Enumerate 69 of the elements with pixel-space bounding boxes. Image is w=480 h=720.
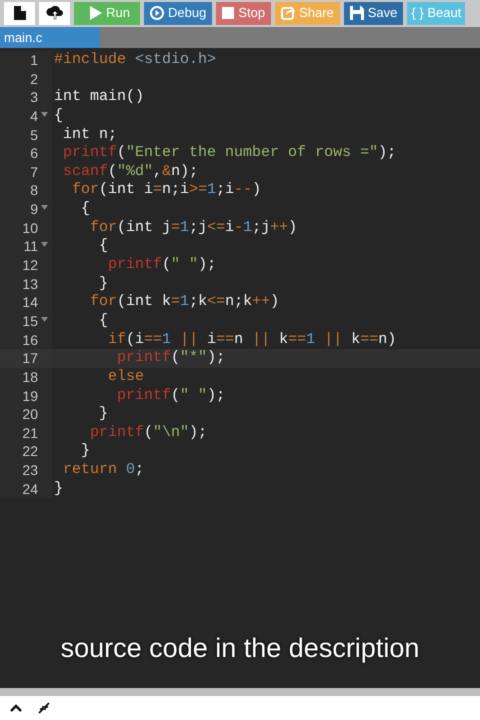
code-line: } bbox=[98, 405, 108, 424]
code-line: for(int i=n;i>=1;i--) bbox=[71, 181, 262, 200]
line-number: 14 bbox=[22, 294, 38, 310]
file-tab[interactable]: main.c bbox=[0, 27, 100, 48]
code-line: { bbox=[98, 312, 108, 331]
code-line: #include <stdio.h> bbox=[53, 51, 216, 70]
beautify-button[interactable]: { } Beaut bbox=[407, 2, 466, 24]
code-line: { bbox=[80, 200, 90, 219]
line-number: 3 bbox=[30, 89, 38, 106]
line-number: 20 bbox=[22, 406, 38, 422]
collapse-icon[interactable] bbox=[38, 702, 50, 714]
line-number: 17 bbox=[22, 350, 38, 366]
line-number: 19 bbox=[22, 388, 38, 404]
code-line: { bbox=[53, 106, 64, 126]
code-line: } bbox=[80, 442, 90, 462]
line-number: 9 bbox=[30, 201, 38, 218]
play-circle-icon bbox=[150, 6, 164, 20]
code-line: return 0; bbox=[62, 461, 144, 480]
run-button[interactable]: Run bbox=[74, 2, 140, 24]
code-line: printf(" "); bbox=[107, 256, 216, 275]
code-line: else bbox=[107, 368, 144, 387]
line-number: 22 bbox=[22, 443, 38, 460]
code-line: printf("\n"); bbox=[89, 424, 208, 442]
new-file-icon bbox=[14, 6, 26, 20]
code-line: int n; bbox=[62, 126, 118, 144]
share-icon bbox=[281, 6, 296, 20]
line-number: 7 bbox=[30, 164, 38, 180]
line-number: 2 bbox=[30, 70, 38, 87]
code-line: printf("Enter the number of rows ="); bbox=[62, 144, 396, 163]
debug-button[interactable]: Debug bbox=[144, 2, 212, 24]
share-button[interactable]: Share bbox=[275, 2, 340, 24]
play-icon bbox=[90, 6, 102, 20]
code-line: int main() bbox=[53, 88, 144, 107]
line-number: 10 bbox=[22, 220, 38, 236]
caption-text: source code in the description bbox=[60, 632, 420, 662]
line-number: 18 bbox=[22, 368, 38, 385]
fold-arrow-icon[interactable] bbox=[41, 242, 48, 248]
code-line: } bbox=[53, 480, 64, 498]
cloud-upload-icon bbox=[46, 6, 64, 20]
line-number: 8 bbox=[30, 182, 38, 198]
line-number: 12 bbox=[22, 257, 38, 274]
line-number: 13 bbox=[22, 276, 38, 292]
line-number: 6 bbox=[30, 145, 38, 162]
code-line: scanf("%d",&n); bbox=[62, 162, 198, 182]
code-line: for(int k=1;k<=n;k++) bbox=[89, 293, 280, 312]
new-file-button[interactable] bbox=[4, 2, 35, 24]
line-number: 15 bbox=[22, 312, 38, 329]
code-line: printf("*"); bbox=[116, 349, 226, 368]
line-number: 11 bbox=[23, 238, 38, 254]
code-line: if(i==1 || i==n || k==1 || k==n) bbox=[107, 330, 396, 350]
line-number: 16 bbox=[22, 332, 38, 348]
line-number: 21 bbox=[22, 424, 38, 441]
code-line: for(int j=1;j<=i-1;j++) bbox=[89, 218, 298, 238]
line-number: 1 bbox=[30, 52, 38, 68]
upload-button[interactable] bbox=[39, 2, 70, 24]
line-number: 24 bbox=[22, 480, 38, 497]
fold-arrow-icon[interactable] bbox=[41, 205, 48, 210]
fold-arrow-icon[interactable] bbox=[41, 316, 48, 322]
save-button[interactable]: Save bbox=[344, 2, 404, 24]
stop-button[interactable]: Stop bbox=[216, 2, 272, 24]
code-line: printf(" "); bbox=[116, 386, 226, 406]
code-line: { bbox=[98, 237, 108, 256]
chevron-up-icon[interactable] bbox=[10, 704, 22, 712]
stop-icon bbox=[222, 7, 234, 19]
line-number: 5 bbox=[30, 126, 38, 143]
fold-arrow-icon[interactable] bbox=[41, 112, 48, 117]
line-number: 23 bbox=[22, 462, 38, 478]
code-line: } bbox=[98, 274, 108, 294]
line-number: 4 bbox=[30, 108, 38, 124]
